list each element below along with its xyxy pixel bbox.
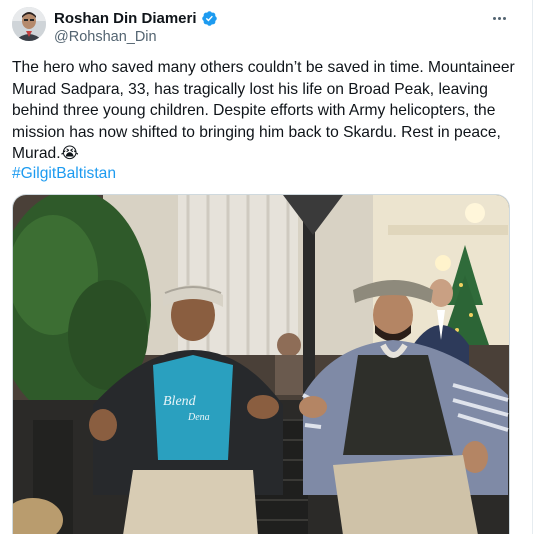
tweet-text: The hero who saved many others couldn’t … — [12, 59, 520, 162]
author-handle[interactable]: @Rohshan_Din — [54, 29, 218, 45]
more-options-icon[interactable] — [488, 8, 510, 28]
verified-badge-icon — [201, 10, 218, 27]
tweet-card[interactable]: Roshan Din Diameri @Rohshan_Din The hero… — [0, 0, 533, 534]
hashtag-link[interactable]: #GilgitBaltistan — [12, 163, 116, 185]
author-name[interactable]: Roshan Din Diameri — [54, 10, 197, 27]
author-avatar[interactable] — [12, 7, 46, 41]
shirt-print-2: Dena — [187, 412, 210, 423]
author-block: Roshan Din Diameri @Rohshan_Din — [54, 8, 218, 45]
tweet-photo[interactable]: Blend Dena — [12, 194, 510, 534]
shirt-print: Blend — [163, 394, 197, 409]
